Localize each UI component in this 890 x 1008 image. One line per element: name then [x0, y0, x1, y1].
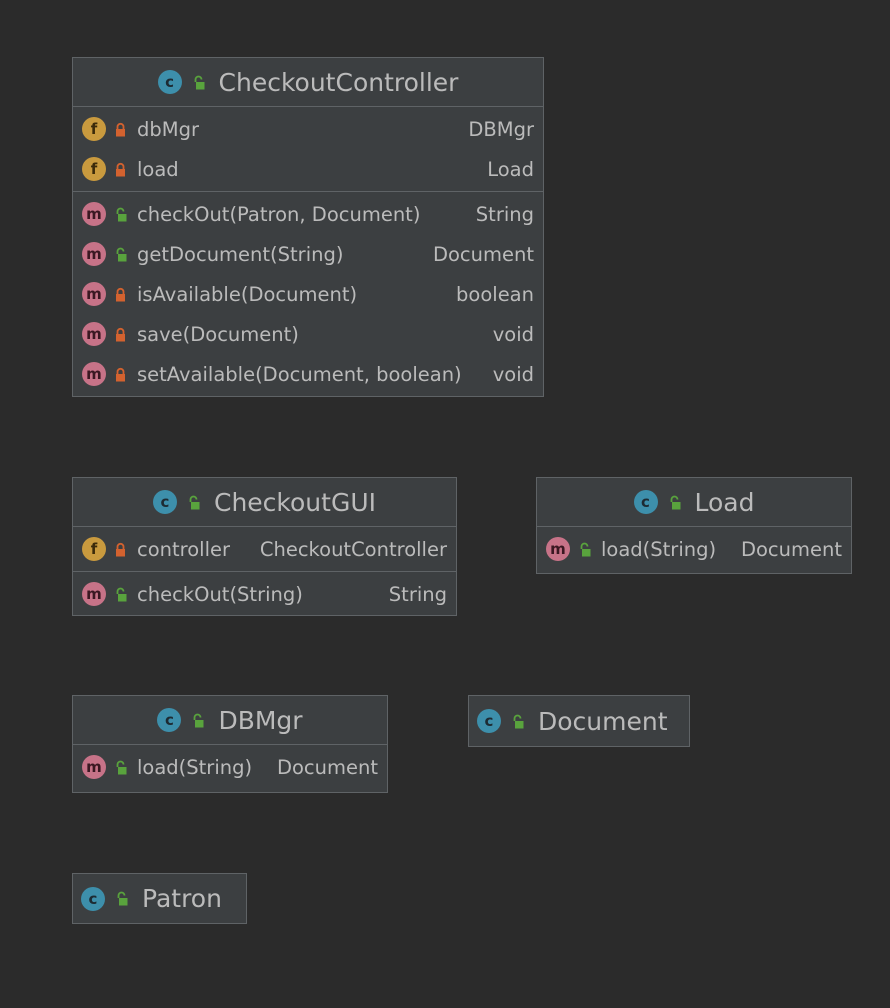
member-type: Document	[740, 537, 842, 561]
member-name: load(String)	[137, 755, 253, 779]
unlocked-public-icon	[194, 713, 204, 727]
member-name: load(String)	[601, 537, 717, 561]
locked-private-icon	[116, 367, 125, 381]
class-name: DBMgr	[218, 705, 303, 735]
member-name: dbMgr	[137, 117, 199, 141]
class-box-document[interactable]: c Document	[468, 695, 690, 747]
method-row[interactable]: m getDocument(String) Document	[73, 234, 543, 274]
class-box-checkout-controller[interactable]: c CheckoutController f dbMgr DBMgr f load Load m…	[72, 57, 544, 397]
unlocked-public-icon	[580, 542, 591, 556]
locked-private-icon	[116, 122, 125, 136]
class-badge-icon: c	[477, 709, 501, 733]
field-row[interactable]: f dbMgr DBMgr	[73, 109, 543, 149]
field-row[interactable]: f controller CheckoutController	[73, 529, 456, 569]
class-box-patron[interactable]: c Patron	[72, 873, 247, 924]
methods: m checkOut(String) String	[73, 571, 456, 616]
fields: f controller CheckoutController	[73, 527, 456, 571]
fields: f dbMgr DBMgr f load Load	[73, 107, 543, 191]
class-badge-icon: c	[157, 70, 182, 94]
locked-private-icon	[116, 542, 125, 556]
class-header: c CheckoutController	[73, 58, 543, 107]
unlocked-public-icon	[670, 495, 680, 509]
method-row[interactable]: m isAvailable(Document) boolean	[73, 274, 543, 314]
member-type: Load	[487, 157, 534, 181]
method-row[interactable]: m load(String) Document	[537, 529, 851, 569]
member-type: DBMgr	[468, 117, 534, 141]
class-header: c Patron	[73, 874, 246, 923]
unlocked-public-icon	[116, 247, 127, 261]
member-name: isAvailable(Document)	[137, 282, 358, 306]
method-badge-icon: m	[82, 322, 106, 346]
field-badge-icon: f	[82, 117, 106, 141]
class-name: Load	[694, 487, 755, 517]
member-name: checkOut(Patron, Document)	[137, 202, 421, 226]
member-name: save(Document)	[137, 322, 299, 346]
class-name: CheckoutGUI	[214, 487, 376, 517]
class-name: Patron	[142, 884, 222, 913]
method-row[interactable]: m save(Document) void	[73, 314, 543, 354]
member-type: boolean	[456, 282, 534, 306]
method-row[interactable]: m checkOut(Patron, Document) String	[73, 194, 543, 234]
member-name: load	[137, 157, 179, 181]
method-badge-icon: m	[82, 755, 106, 779]
method-row[interactable]: m load(String) Document	[73, 747, 387, 787]
method-row[interactable]: m checkOut(String) String	[73, 574, 456, 614]
method-row[interactable]: m setAvailable(Document, boolean) void	[73, 354, 543, 394]
locked-private-icon	[116, 327, 125, 341]
class-name: CheckoutController	[218, 67, 459, 97]
class-header: c DBMgr	[73, 696, 387, 745]
member-type: Document	[432, 242, 534, 266]
class-box-load[interactable]: c Load m load(String) Document	[536, 477, 852, 574]
class-badge-icon: c	[157, 708, 182, 732]
method-badge-icon: m	[546, 537, 570, 561]
methods: m checkOut(Patron, Document) String m getDoc…	[73, 191, 543, 396]
methods: m load(String) Document	[73, 745, 387, 789]
unlocked-public-icon	[116, 760, 127, 774]
uml-class-diagram: c CheckoutController f dbMgr DBMgr f load Load m…	[0, 0, 890, 1008]
class-header: c Document	[469, 696, 689, 746]
class-box-checkout-gui[interactable]: c CheckoutGUI f controller CheckoutControlle…	[72, 477, 457, 616]
method-badge-icon: m	[82, 282, 106, 306]
member-name: setAvailable(Document, boolean)	[137, 362, 462, 386]
method-badge-icon: m	[82, 362, 106, 386]
field-badge-icon: f	[82, 157, 106, 181]
member-type: void	[492, 362, 534, 386]
unlocked-public-icon	[513, 714, 524, 728]
class-badge-icon: c	[633, 490, 658, 514]
class-badge-icon: c	[81, 886, 105, 911]
method-badge-icon: m	[82, 202, 106, 226]
member-type: CheckoutController	[259, 537, 447, 561]
member-name: checkOut(String)	[137, 582, 303, 606]
member-type: void	[492, 322, 534, 346]
unlocked-public-icon	[117, 891, 128, 906]
class-header: c Load	[537, 478, 851, 527]
methods: m load(String) Document	[537, 527, 851, 571]
class-header: c CheckoutGUI	[73, 478, 456, 527]
field-row[interactable]: f load Load	[73, 149, 543, 189]
locked-private-icon	[116, 162, 125, 176]
member-type: Document	[276, 755, 378, 779]
class-badge-icon: c	[153, 490, 177, 514]
member-type: String	[388, 582, 447, 606]
member-name: controller	[137, 537, 231, 561]
class-name: Document	[538, 706, 668, 736]
unlocked-public-icon	[116, 207, 127, 221]
method-badge-icon: m	[82, 582, 106, 606]
field-badge-icon: f	[82, 537, 106, 561]
locked-private-icon	[116, 287, 125, 301]
member-type: String	[475, 202, 534, 226]
unlocked-public-icon	[116, 587, 127, 601]
class-box-dbmgr[interactable]: c DBMgr m load(String) Document	[72, 695, 388, 793]
unlocked-public-icon	[194, 75, 205, 89]
method-badge-icon: m	[82, 242, 106, 266]
member-name: getDocument(String)	[137, 242, 344, 266]
unlocked-public-icon	[189, 495, 200, 509]
